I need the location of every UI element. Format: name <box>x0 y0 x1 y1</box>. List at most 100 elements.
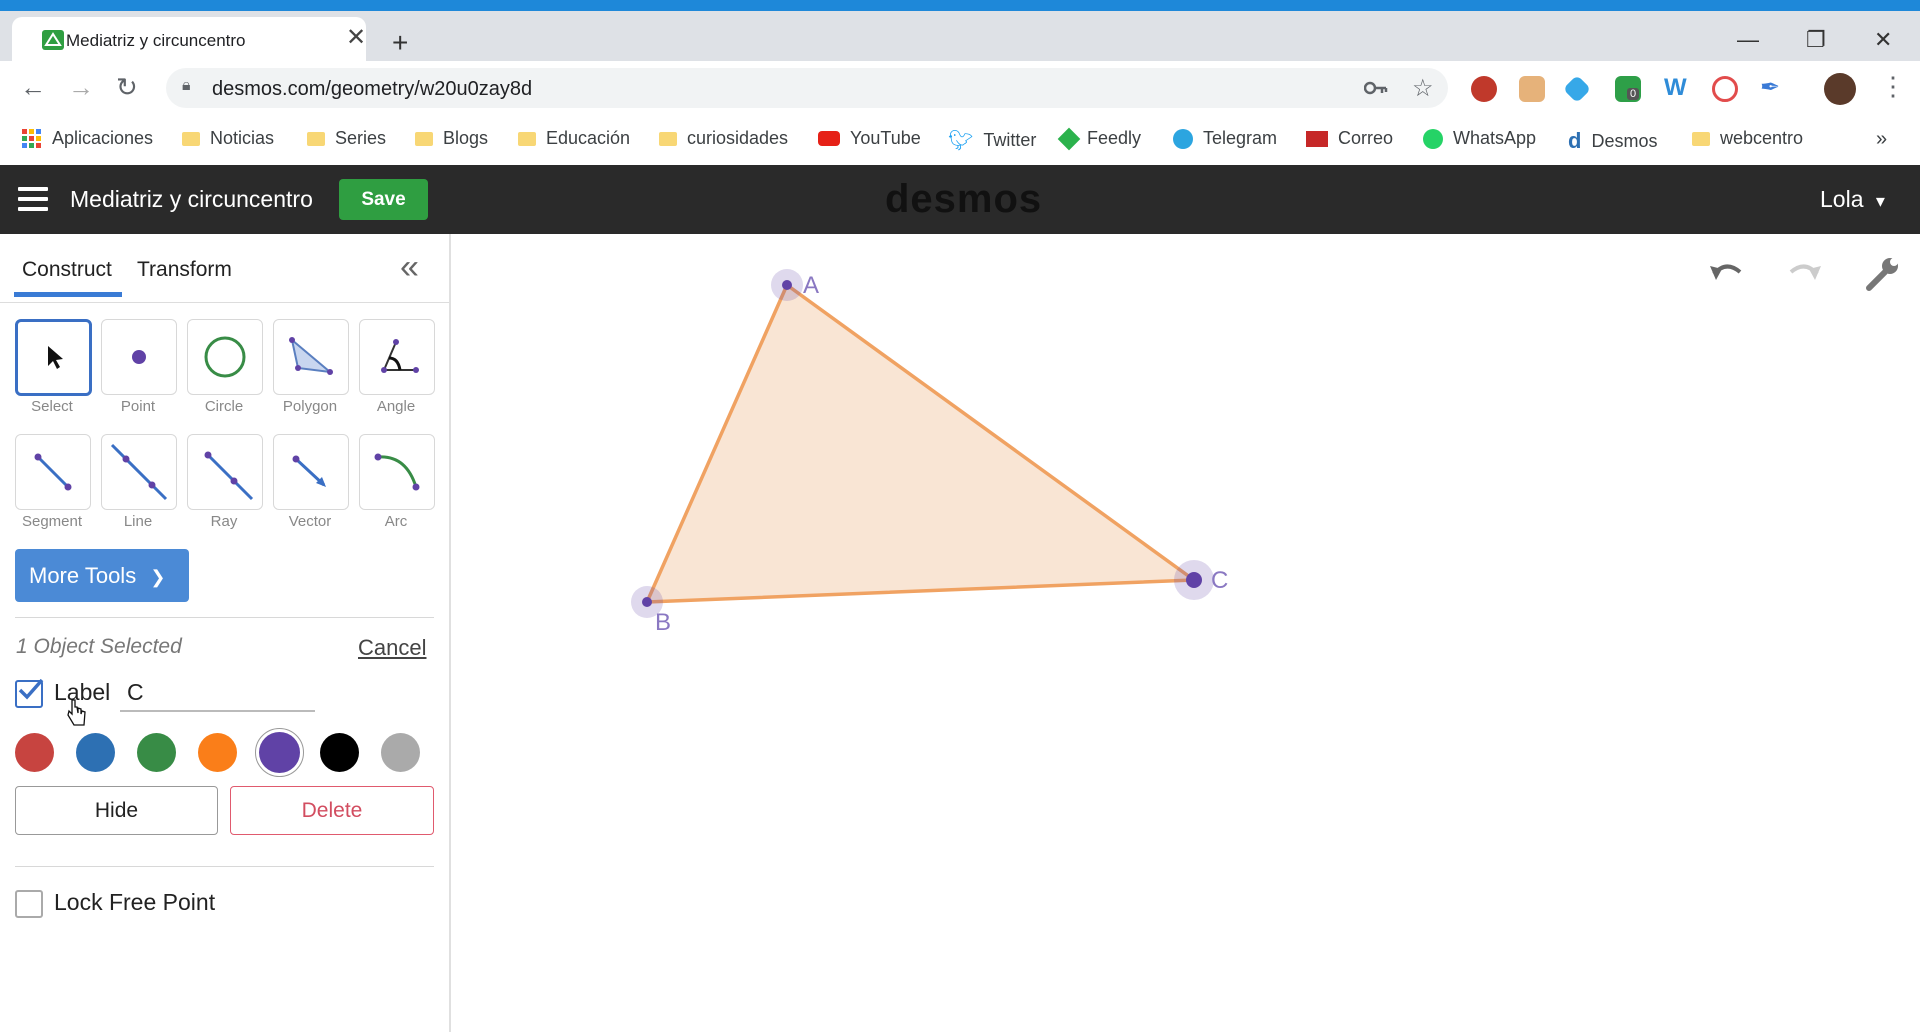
extension-shield-icon[interactable]: 0 <box>1615 76 1641 102</box>
line-tool-button[interactable] <box>101 434 177 510</box>
delete-button[interactable]: Delete <box>230 786 434 835</box>
point-tool-button[interactable] <box>101 319 177 395</box>
bookmark-label: Feedly <box>1087 128 1142 148</box>
color-swatches <box>15 728 435 778</box>
segment-tool-button[interactable] <box>15 434 91 510</box>
tool-label: Line <box>123 513 153 530</box>
bookmark-educacion[interactable]: Educación <box>518 128 630 149</box>
point-b[interactable] <box>642 597 652 607</box>
point-c-label[interactable]: C <box>1211 567 1228 594</box>
url-text[interactable]: desmos.com/geometry/w20u0zay8d <box>212 78 532 101</box>
tab-construct[interactable]: Construct <box>22 258 112 282</box>
extension-bug-icon[interactable] <box>1471 76 1497 102</box>
color-swatch-red[interactable] <box>15 733 54 772</box>
tool-label: Ray <box>210 513 238 530</box>
point-a[interactable] <box>782 280 792 290</box>
bookmark-desmos[interactable]: d Desmos <box>1568 128 1657 154</box>
bookmark-blogs[interactable]: Blogs <box>415 128 488 149</box>
color-swatch-orange[interactable] <box>198 733 237 772</box>
browser-menu-icon[interactable]: ⋮ <box>1880 71 1906 102</box>
bookmark-youtube[interactable]: YouTube <box>818 128 921 149</box>
save-button[interactable]: Save <box>339 179 428 220</box>
tool-label: Point <box>120 398 156 415</box>
geometry-canvas[interactable]: A B C <box>451 234 1920 1032</box>
bookmark-correo[interactable]: Correo <box>1306 128 1393 149</box>
forward-icon[interactable]: → <box>68 74 94 100</box>
selection-info: 1 Object Selected <box>16 635 182 658</box>
extension-spiral-icon[interactable] <box>1712 76 1738 102</box>
bookmark-star-icon[interactable]: ☆ <box>1412 74 1434 103</box>
telegram-icon <box>1173 128 1193 149</box>
address-bar[interactable]: 🔒︎ desmos.com/geometry/w20u0zay8d ☆ <box>166 68 1448 108</box>
tab-transform[interactable]: Transform <box>137 258 232 282</box>
bookmark-curiosidades[interactable]: curiosidades <box>659 128 788 149</box>
vector-tool-button[interactable] <box>273 434 349 510</box>
bookmark-telegram[interactable]: Telegram <box>1173 128 1277 149</box>
label-checkbox[interactable] <box>15 678 44 708</box>
new-tab-icon[interactable]: + <box>392 29 408 57</box>
color-swatch-purple[interactable] <box>259 732 300 773</box>
point-a-label[interactable]: A <box>803 272 819 299</box>
key-icon[interactable] <box>1364 79 1388 97</box>
hand-cursor-icon <box>67 699 86 726</box>
select-tool-button[interactable] <box>15 319 92 396</box>
bookmark-noticias[interactable]: Noticias <box>182 128 274 149</box>
user-menu[interactable]: Lola ▾ <box>1820 186 1885 213</box>
point-b-label[interactable]: B <box>655 609 671 636</box>
point-icon <box>132 350 146 364</box>
graph-title[interactable]: Mediatriz y circuncentro <box>70 186 313 213</box>
color-swatch-blue[interactable] <box>76 733 115 772</box>
polygon-tool-button[interactable] <box>273 319 349 395</box>
vector-icon <box>292 455 326 487</box>
point-c[interactable] <box>1186 572 1202 588</box>
tool-label: Vector <box>288 513 332 530</box>
bookmark-label: Noticias <box>210 128 275 148</box>
lock-free-point-checkbox[interactable] <box>15 890 43 918</box>
bookmark-webcentro[interactable]: webcentro <box>1692 128 1803 149</box>
reload-icon[interactable]: ↻ <box>116 74 138 100</box>
bookmark-aplicaciones[interactable]: Aplicaciones <box>22 128 153 149</box>
arc-tool-button[interactable] <box>359 434 435 510</box>
more-bookmarks-icon[interactable]: » <box>1876 128 1887 151</box>
bookmark-label: webcentro <box>1720 128 1804 148</box>
color-swatch-gray[interactable] <box>381 733 420 772</box>
browser-tab[interactable]: Mediatriz y circuncentro ✕ <box>12 17 366 61</box>
user-name: Lola <box>1820 186 1864 212</box>
angle-icon <box>381 339 419 373</box>
arc-icon <box>374 453 420 491</box>
extension-w-icon[interactable]: W <box>1664 74 1687 102</box>
circle-tool-button[interactable] <box>187 319 263 395</box>
restore-icon[interactable]: ❐ <box>1806 29 1826 51</box>
label-input[interactable]: C <box>127 679 144 706</box>
tab-close-icon[interactable]: ✕ <box>346 26 366 50</box>
triangle-polygon[interactable] <box>645 283 1196 604</box>
hide-button[interactable]: Hide <box>15 786 218 835</box>
lock-icon[interactable]: 🔒︎ <box>182 77 191 95</box>
bookmark-series[interactable]: Series <box>307 128 386 149</box>
browser-toolbar: ← → ↻ 🔒︎ desmos.com/geometry/w20u0zay8d … <box>0 61 1920 116</box>
tool-label: Segment <box>21 513 83 530</box>
folder-icon <box>1692 131 1710 146</box>
more-tools-button[interactable]: More Tools ❯ <box>15 549 189 602</box>
collapse-panel-icon[interactable]: « <box>400 250 419 284</box>
extension-feather-icon[interactable]: ✒ <box>1760 73 1780 102</box>
minimize-icon[interactable]: — <box>1737 29 1759 51</box>
active-tab-indicator <box>14 292 122 297</box>
bookmark-feedly[interactable]: Feedly <box>1057 127 1142 150</box>
bookmark-whatsapp[interactable]: WhatsApp <box>1423 128 1536 149</box>
tool-label: Angle <box>376 398 416 415</box>
color-swatch-black[interactable] <box>320 733 359 772</box>
cancel-link[interactable]: Cancel <box>358 635 426 661</box>
hamburger-menu-icon[interactable] <box>18 187 48 211</box>
profile-avatar[interactable] <box>1824 73 1856 105</box>
bookmark-twitter[interactable]: 🐦︎ Twitter <box>948 128 1036 153</box>
color-swatch-green[interactable] <box>137 733 176 772</box>
extension-paint-icon[interactable] <box>1519 76 1545 102</box>
angle-tool-button[interactable] <box>359 319 435 395</box>
close-window-icon[interactable]: ✕ <box>1874 29 1892 51</box>
ray-tool-button[interactable] <box>187 434 263 510</box>
desmos-favicon-icon <box>42 30 64 50</box>
extension-diamond-icon[interactable] <box>1562 74 1592 104</box>
back-icon[interactable]: ← <box>20 74 46 100</box>
lock-free-point-label[interactable]: Lock Free Point <box>54 889 215 916</box>
